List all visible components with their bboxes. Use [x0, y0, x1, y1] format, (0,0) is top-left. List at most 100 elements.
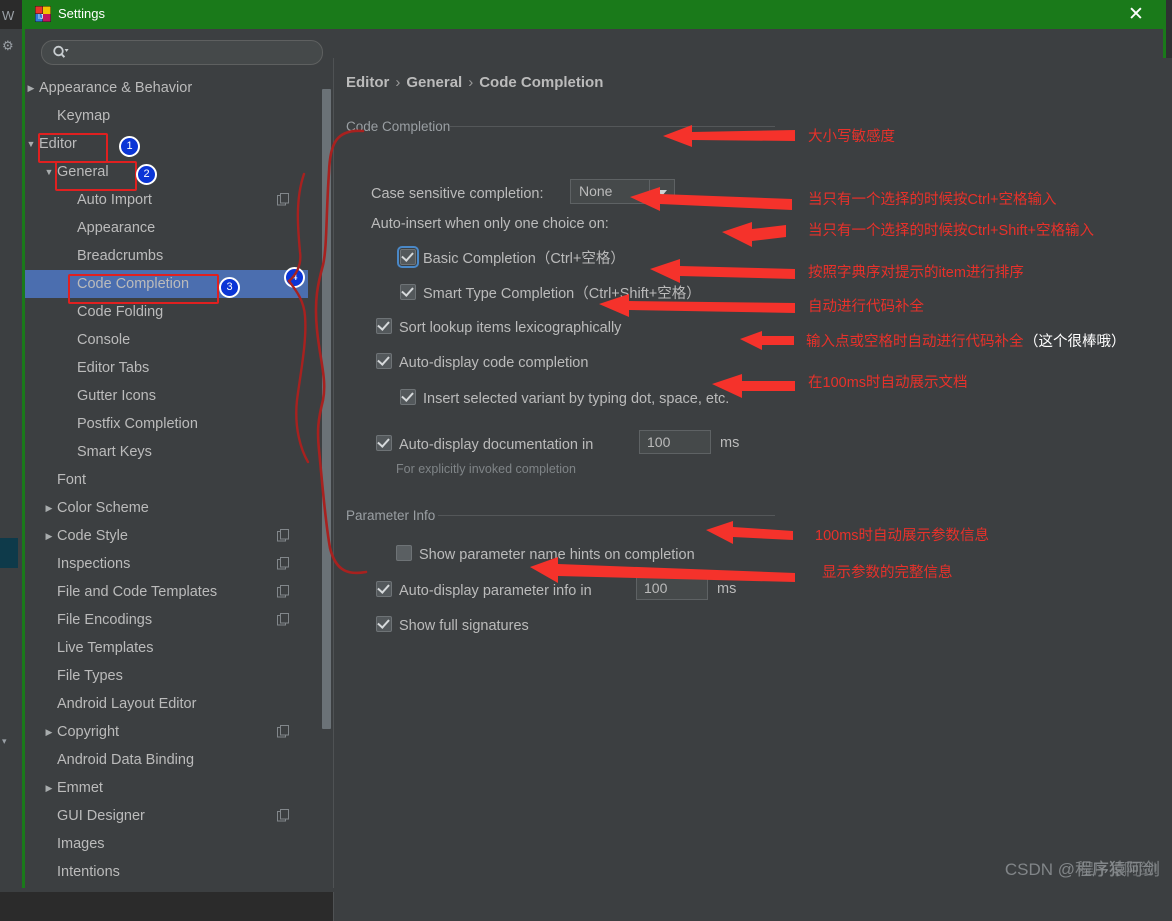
sidebar-item-file-types[interactable]: File Types [25, 662, 308, 690]
annotation-basic-completion: 当只有一个选择的时候按Ctrl+空格输入 [808, 192, 1057, 208]
sidebar-item-file-and-code-templates[interactable]: File and Code Templates [25, 578, 308, 606]
sidebar-item-postfix-completion[interactable]: Postfix Completion [25, 410, 308, 438]
chevron-right-icon[interactable]: ▶ [43, 774, 55, 802]
sidebar-item-label: Keymap [57, 108, 111, 124]
sidebar-item-editor-tabs[interactable]: Editor Tabs [25, 354, 308, 382]
breadcrumb-code-completion[interactable]: Code Completion [479, 74, 603, 91]
group-rule-code-completion [450, 126, 775, 127]
sidebar-item-label: Android Data Binding [57, 752, 195, 768]
sidebar-item-label: File Types [57, 668, 123, 684]
annotation-show-full-signatures: 显示参数的完整信息 [822, 565, 953, 581]
sidebar-item-label: Gutter Icons [77, 388, 156, 404]
basic-completion-row[interactable]: Basic Completion（Ctrl+空格） [397, 246, 625, 268]
annotation-insert-variant-red: 输入点或空格时自动进行代码补全 [806, 334, 1024, 350]
settings-tree[interactable]: ▶ Appearance & Behavior Keymap ▼ Editor ▼ Gene… [25, 74, 308, 892]
auto-display-doc-input[interactable]: 100 [639, 430, 711, 454]
copy-settings-icon[interactable] [277, 585, 290, 598]
step-badge-1: 1 [119, 136, 140, 157]
annotation-auto-display-param: 100ms时自动展示参数信息 [815, 528, 990, 544]
sidebar-item-code-style[interactable]: ▶ Code Style [25, 522, 308, 550]
auto-display-doc-unit: ms [720, 435, 740, 451]
show-full-signatures-row[interactable]: Show full signatures [376, 616, 529, 634]
auto-display-code-row[interactable]: Auto-display code completion [376, 353, 588, 371]
copy-settings-icon[interactable] [277, 557, 290, 570]
sidebar-item-editor[interactable]: ▼ Editor [25, 130, 308, 158]
sidebar-item-appearance-behavior[interactable]: ▶ Appearance & Behavior [25, 74, 308, 102]
sidebar-item-font[interactable]: Font [25, 466, 308, 494]
auto-display-doc-checkbox[interactable] [376, 435, 392, 451]
sidebar-item-smart-keys[interactable]: Smart Keys [25, 438, 308, 466]
sidebar-item-appearance[interactable]: Appearance [25, 214, 308, 242]
sidebar-item-label: Smart Keys [77, 444, 152, 460]
auto-display-doc-row[interactable]: Auto-display documentation in [376, 435, 593, 453]
sidebar-item-console[interactable]: Console [25, 326, 308, 354]
sidebar-item-emmet[interactable]: ▶ Emmet [25, 774, 308, 802]
sidebar-item-gui-designer[interactable]: GUI Designer [25, 802, 308, 830]
insert-selected-variant-row[interactable]: Insert selected variant by typing dot, s… [400, 389, 729, 407]
annotation-smart-type-completion: 当只有一个选择的时候按Ctrl+Shift+空格输入 [808, 223, 1094, 239]
sidebar-item-file-encodings[interactable]: File Encodings [25, 606, 308, 634]
sidebar-item-general[interactable]: ▼ General [25, 158, 308, 186]
sidebar-item-label: Intentions [57, 864, 120, 880]
sidebar-item-gutter-icons[interactable]: Gutter Icons [25, 382, 308, 410]
show-full-signatures-checkbox[interactable] [376, 616, 392, 632]
basic-completion-checkbox[interactable] [397, 246, 419, 268]
chevron-right-icon[interactable]: ▶ [43, 522, 55, 550]
chevron-down-icon[interactable] [649, 180, 674, 203]
auto-display-param-input[interactable]: 100 [636, 576, 708, 600]
sidebar-item-android-layout-editor[interactable]: Android Layout Editor [25, 690, 308, 718]
copy-settings-icon[interactable] [277, 809, 290, 822]
show-param-hints-row[interactable]: Show parameter name hints on completion [396, 545, 695, 563]
copy-settings-icon[interactable] [277, 529, 290, 542]
sidebar-item-breadcrumbs[interactable]: Breadcrumbs [25, 242, 308, 270]
auto-display-param-row[interactable]: Auto-display parameter info in [376, 581, 592, 599]
sidebar-item-auto-import[interactable]: Auto Import [25, 186, 308, 214]
group-rule-parameter-info [438, 515, 775, 516]
sidebar-item-code-folding[interactable]: Code Folding [25, 298, 308, 326]
sidebar-item-copyright[interactable]: ▶ Copyright [25, 718, 308, 746]
sidebar-item-label: Appearance & Behavior [39, 80, 193, 96]
breadcrumb-editor[interactable]: Editor [346, 74, 389, 91]
sidebar-item-label: Editor [39, 136, 77, 152]
search-box[interactable] [41, 40, 323, 65]
sidebar-item-images[interactable]: Images [25, 830, 308, 858]
sidebar-item-color-scheme[interactable]: ▶ Color Scheme [25, 494, 308, 522]
smart-type-completion-row[interactable]: Smart Type Completion（Ctrl+Shift+空格） [400, 282, 701, 303]
auto-display-code-checkbox[interactable] [376, 353, 392, 369]
sidebar-item-android-data-binding[interactable]: Android Data Binding [25, 746, 308, 774]
show-param-hints-checkbox[interactable] [396, 545, 412, 561]
sidebar-item-label: Live Templates [57, 640, 154, 656]
copy-settings-icon[interactable] [277, 613, 290, 626]
sort-lookup-row[interactable]: Sort lookup items lexicographically [376, 318, 621, 336]
chevron-right-icon[interactable]: ▶ [25, 74, 37, 102]
auto-display-param-label: Auto-display parameter info in [399, 583, 592, 599]
copy-settings-icon[interactable] [277, 725, 290, 738]
sidebar-scrollbar-thumb[interactable] [322, 89, 331, 729]
sidebar-item-inspections[interactable]: Inspections [25, 550, 308, 578]
search-icon [53, 45, 69, 58]
search-input[interactable] [74, 44, 316, 63]
breadcrumb-general[interactable]: General [406, 74, 462, 91]
sidebar-item-code-completion[interactable]: Code Completion [25, 270, 308, 298]
ide-strip-text-icon: W [2, 8, 15, 23]
sidebar-item-live-templates[interactable]: Live Templates [25, 634, 308, 662]
breadcrumb-separator-2: › [468, 74, 474, 91]
basic-completion-label: Basic Completion（Ctrl+空格） [423, 251, 625, 267]
case-sensitive-select[interactable]: None [570, 179, 675, 204]
insert-selected-variant-checkbox[interactable] [400, 389, 416, 405]
auto-display-doc-label: Auto-display documentation in [399, 437, 594, 453]
auto-display-param-checkbox[interactable] [376, 581, 392, 597]
close-icon[interactable]: ✕ [1123, 3, 1149, 27]
group-title-code-completion: Code Completion [346, 119, 451, 134]
smart-type-completion-checkbox[interactable] [400, 284, 416, 300]
sort-lookup-checkbox[interactable] [376, 318, 392, 334]
chevron-right-icon[interactable]: ▶ [43, 718, 55, 746]
sidebar-item-label: GUI Designer [57, 808, 145, 824]
chevron-right-icon[interactable]: ▶ [43, 494, 55, 522]
sidebar-item-keymap[interactable]: Keymap [25, 102, 308, 130]
chevron-down-icon[interactable]: ▼ [43, 158, 55, 186]
copy-settings-icon[interactable] [277, 193, 290, 206]
sidebar-item-label: Console [77, 332, 131, 348]
sidebar-item-intentions[interactable]: Intentions [25, 858, 308, 886]
chevron-down-icon[interactable]: ▼ [25, 130, 37, 158]
